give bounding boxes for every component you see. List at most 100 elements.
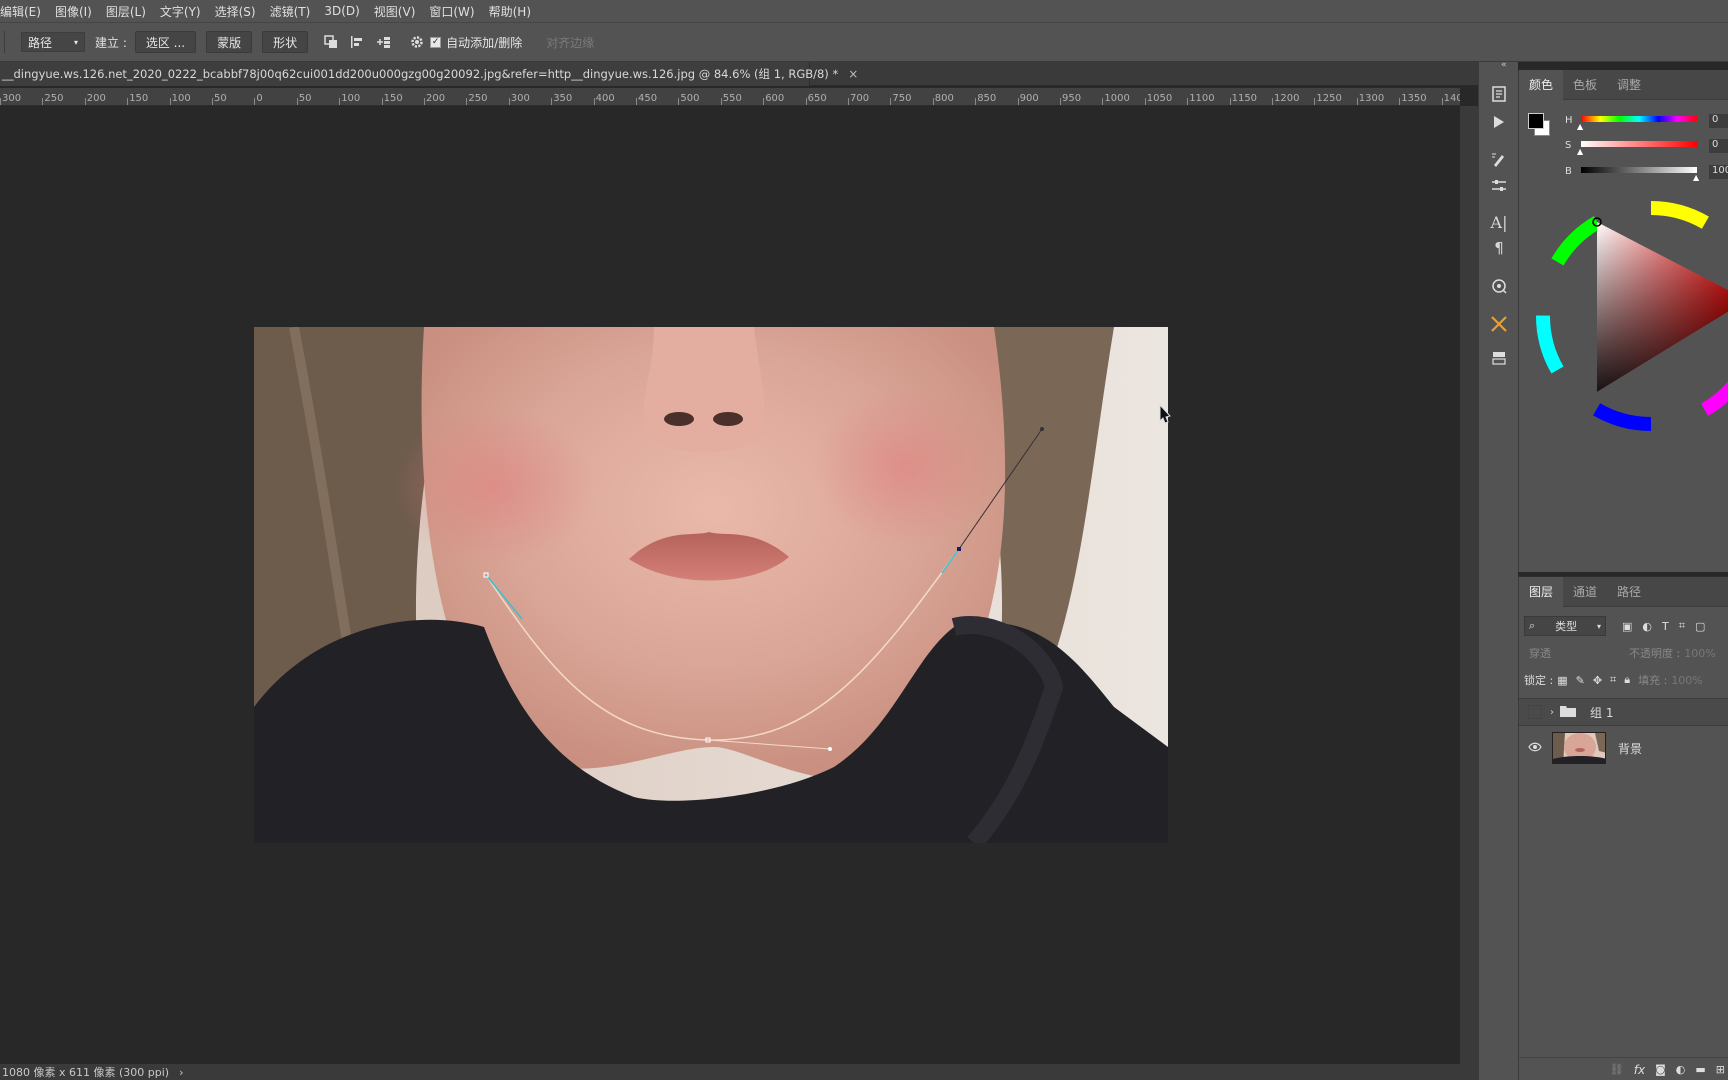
eye-icon[interactable] — [1528, 741, 1542, 755]
hue-slider-thumb[interactable]: ▲ — [1577, 122, 1583, 131]
make-shape-button[interactable]: 形状 — [262, 31, 309, 53]
path-alignment-icon[interactable] — [346, 31, 368, 53]
new-layer-icon[interactable]: ⊞ — [1716, 1063, 1725, 1076]
type-filter-icon[interactable]: T — [1662, 620, 1669, 633]
s-value[interactable]: 0 — [1709, 139, 1728, 153]
ruler-tick-mark — [1356, 98, 1358, 105]
tab-layers[interactable]: 图层 — [1519, 576, 1564, 607]
close-icon[interactable]: × — [848, 67, 858, 81]
collapse-panels-icon[interactable]: « — [1501, 60, 1507, 70]
image-filter-icon[interactable]: ▣ — [1622, 620, 1632, 633]
shape-filter-icon[interactable]: ⌗ — [1679, 619, 1685, 633]
gear-icon[interactable] — [406, 31, 428, 53]
menu-type[interactable]: 文字(Y) — [153, 3, 208, 20]
color-wheel[interactable] — [1531, 196, 1728, 446]
ruler-tick-label: 150 — [129, 93, 149, 104]
vertical-scrollbar[interactable] — [1460, 106, 1478, 1064]
history-icon[interactable] — [1487, 82, 1511, 106]
make-mask-button[interactable]: 蒙版 — [206, 31, 253, 53]
clone-source-icon[interactable] — [1487, 312, 1511, 336]
menu-edit[interactable]: 编辑(E) — [0, 3, 48, 20]
lock-transparent-icon[interactable]: ▦ — [1557, 674, 1567, 687]
document-tab[interactable]: __dingyue.ws.126.net_2020_0222_bcabbf78j… — [0, 62, 858, 86]
layer-filter-select[interactable]: ⌕ 类型 ▾ — [1524, 616, 1606, 636]
lock-position-icon[interactable]: ✥ — [1593, 674, 1602, 687]
hue-slider[interactable] — [1581, 116, 1697, 122]
options-bar: 路径 ▾ 建立 : 选区 ... 蒙版 形状 ✓ 自动添加/删除 对齐边缘 — [0, 22, 1728, 62]
h-value[interactable]: 0 — [1709, 114, 1728, 128]
paragraph-icon[interactable]: ¶ — [1487, 236, 1511, 260]
path-mode-select[interactable]: 路径 ▾ — [21, 32, 85, 52]
ruler-tick-label: 500 — [680, 93, 700, 104]
layer-style-icon[interactable]: fx — [1634, 1063, 1645, 1077]
layer-row-background[interactable]: 背景 — [1519, 727, 1728, 769]
make-selection-button[interactable]: 选区 ... — [134, 31, 197, 53]
menu-3d[interactable]: 3D(D) — [317, 4, 366, 18]
tab-paths[interactable]: 路径 — [1607, 577, 1651, 607]
brightness-slider-thumb[interactable]: ▲ — [1693, 173, 1699, 182]
ruler-tick-mark — [424, 98, 425, 105]
saturation-slider-thumb[interactable]: ▲ — [1577, 147, 1583, 156]
adjustment-filter-icon[interactable]: ◐ — [1642, 620, 1652, 633]
foreground-color-swatch[interactable] — [1528, 113, 1544, 129]
menu-image[interactable]: 图像(I) — [48, 3, 99, 20]
ruler-tick-label: 100 — [341, 93, 361, 104]
new-group-icon[interactable]: ▬ — [1695, 1063, 1705, 1076]
ruler-tick-mark — [127, 98, 129, 105]
lock-image-icon[interactable]: ✎ — [1576, 674, 1585, 687]
add-mask-icon[interactable]: ◙ — [1655, 1063, 1666, 1076]
ruler-tick-mark — [890, 98, 892, 105]
smart-object-filter-icon[interactable]: ▢ — [1695, 620, 1705, 633]
properties-icon[interactable] — [1487, 274, 1511, 298]
ruler-tick-mark — [1017, 98, 1019, 105]
ruler-tick-label: 250 — [468, 93, 488, 104]
ruler-tick-label: 1300 — [1358, 93, 1385, 104]
fill-label: 填充 : — [1638, 674, 1668, 687]
ruler-tick-mark — [508, 98, 510, 105]
b-value[interactable]: 100 — [1709, 165, 1728, 179]
horizontal-ruler: 300 250 200 150 100 50 0 50 100 150 200 250 300 350 40… — [0, 88, 1460, 106]
ruler-tick-mark — [42, 98, 44, 105]
ruler-tick-label: 450 — [638, 93, 658, 104]
link-layers-icon[interactable]: ⛓ — [1610, 1063, 1624, 1076]
libraries-icon[interactable] — [1487, 346, 1511, 370]
lock-artboard-icon[interactable]: ⌗ — [1610, 673, 1616, 687]
layer-row-group[interactable]: › 组 1 — [1519, 698, 1728, 726]
saturation-slider[interactable] — [1581, 141, 1697, 147]
tab-swatches[interactable]: 色板 — [1563, 70, 1607, 100]
path-arrangement-icon[interactable] — [372, 31, 394, 53]
menu-help[interactable]: 帮助(H) — [482, 3, 538, 20]
h-label: H — [1565, 115, 1573, 126]
actions-play-icon[interactable] — [1487, 110, 1511, 134]
menu-layer[interactable]: 图层(L) — [99, 3, 153, 20]
fill-value[interactable]: 100% — [1671, 674, 1702, 687]
brightness-slider[interactable] — [1581, 167, 1697, 173]
status-menu-arrow[interactable]: › — [179, 1066, 183, 1079]
ruler-tick-mark — [1399, 98, 1401, 105]
tab-channels[interactable]: 通道 — [1563, 577, 1607, 607]
menu-select[interactable]: 选择(S) — [208, 3, 263, 20]
tab-color[interactable]: 颜色 — [1519, 69, 1564, 100]
blend-mode-select[interactable]: 穿透 — [1529, 645, 1629, 661]
opacity-value[interactable]: 100% — [1684, 647, 1715, 660]
visibility-toggle-empty[interactable] — [1528, 705, 1542, 719]
document-image[interactable] — [254, 327, 1168, 843]
menu-view[interactable]: 视图(V) — [367, 3, 423, 20]
tool-presets-icon[interactable] — [1487, 174, 1511, 198]
tab-adjustments[interactable]: 调整 — [1607, 70, 1651, 100]
layer-thumbnail — [1552, 732, 1606, 764]
chevron-right-icon[interactable]: › — [1550, 707, 1554, 718]
auto-add-delete-checkbox[interactable]: ✓ — [430, 36, 442, 48]
ruler-tick-label: 1250 — [1316, 93, 1342, 104]
path-operations-icon[interactable] — [320, 31, 342, 53]
ruler-tick-label: 950 — [1062, 93, 1082, 104]
pen-cursor-icon — [1158, 403, 1172, 427]
adjustment-layer-icon[interactable]: ◐ — [1676, 1063, 1686, 1076]
brush-settings-icon[interactable] — [1487, 148, 1511, 172]
menu-window[interactable]: 窗口(W) — [422, 3, 481, 20]
menu-filter[interactable]: 滤镜(T) — [263, 3, 318, 20]
menu-bar: 编辑(E) 图像(I) 图层(L) 文字(Y) 选择(S) 滤镜(T) 3D(D… — [0, 0, 1728, 22]
character-icon[interactable]: A| — [1487, 210, 1511, 234]
ruler-tick-mark — [339, 98, 341, 105]
lock-all-icon[interactable]: 🔒︎ — [1624, 673, 1630, 687]
